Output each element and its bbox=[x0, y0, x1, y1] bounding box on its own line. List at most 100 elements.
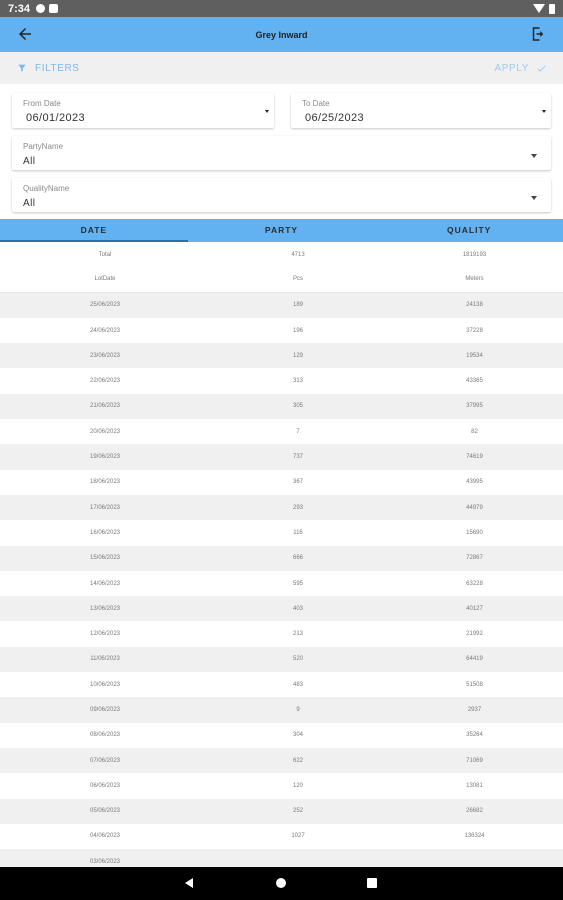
cell-lotdate: 20/06/2023 bbox=[89, 428, 121, 435]
cell-pcs: 403 bbox=[292, 605, 303, 612]
table-row[interactable]: 08/06/2023 304 35264 bbox=[0, 723, 563, 748]
nav-back-icon[interactable] bbox=[185, 878, 193, 888]
filters-button[interactable]: FILTERS bbox=[17, 63, 80, 74]
cell-meters: 71069 bbox=[466, 757, 483, 764]
logout-icon[interactable] bbox=[529, 25, 547, 43]
table-row[interactable]: 15/06/2023 666 72867 bbox=[0, 545, 563, 571]
total-label: Total bbox=[98, 251, 112, 258]
from-date-value: 06/01/2023 bbox=[26, 112, 86, 124]
to-date-value: 06/25/2023 bbox=[305, 112, 365, 124]
quality-name-select[interactable]: QualityName All bbox=[12, 178, 551, 212]
cell-pcs: 483 bbox=[292, 681, 303, 688]
cell-meters: 37995 bbox=[466, 403, 483, 410]
cell-pcs: 666 bbox=[292, 555, 303, 562]
cell-pcs: 1027 bbox=[291, 833, 305, 840]
notification-icon bbox=[36, 4, 46, 13]
cell-meters: 74619 bbox=[466, 454, 483, 461]
cell-lotdate: 16/06/2023 bbox=[89, 529, 121, 536]
app-bar: Grey Inward bbox=[0, 17, 563, 52]
sd-card-icon bbox=[49, 4, 59, 13]
cell-lotdate: 10/06/2023 bbox=[89, 681, 121, 688]
cell-meters: 19534 bbox=[466, 352, 483, 359]
table-row[interactable]: 21/06/2023 305 37995 bbox=[0, 393, 563, 420]
table-row[interactable]: 10/06/2023 483 51508 bbox=[0, 672, 563, 697]
table-row[interactable]: 23/06/2023 129 19534 bbox=[0, 343, 563, 369]
table-row[interactable]: 03/06/2023 bbox=[0, 849, 563, 867]
table-row[interactable]: 04/06/2023 1027 136324 bbox=[0, 824, 563, 849]
party-name-select[interactable]: PartyName All bbox=[12, 136, 551, 170]
cell-pcs: 595 bbox=[292, 580, 303, 587]
table-row[interactable]: 06/06/2023 120 13081 bbox=[0, 773, 563, 798]
table-row[interactable]: 17/06/2023 293 44979 bbox=[0, 494, 563, 521]
cell-pcs: 622 bbox=[292, 757, 303, 764]
apply-label: APPLY bbox=[494, 62, 529, 74]
table-row[interactable]: 13/06/2023 403 40127 bbox=[0, 596, 563, 622]
nav-home-icon[interactable] bbox=[276, 878, 286, 888]
cell-meters: 15690 bbox=[466, 529, 483, 536]
cell-lotdate: 09/06/2023 bbox=[89, 706, 121, 713]
battery-icon bbox=[549, 3, 555, 14]
cell-meters: 43995 bbox=[466, 479, 483, 486]
cell-pcs: 129 bbox=[292, 352, 303, 359]
table-row[interactable]: 22/06/2023 313 43365 bbox=[0, 368, 563, 393]
page-title: Grey Inward bbox=[255, 29, 308, 40]
table-row[interactable]: 14/06/2023 595 63228 bbox=[0, 571, 563, 596]
table-row[interactable]: 25/06/2023 189 24138 bbox=[0, 292, 563, 318]
cell-pcs: 367 bbox=[292, 479, 303, 486]
tab-party[interactable]: PARTY bbox=[188, 219, 376, 242]
cell-lotdate: 24/06/2023 bbox=[89, 327, 121, 334]
cell-meters: 44979 bbox=[466, 504, 483, 511]
tab-date[interactable]: DATE bbox=[0, 219, 188, 242]
cell-lotdate: 19/06/2023 bbox=[89, 454, 121, 461]
chevron-down-icon bbox=[531, 154, 537, 158]
quality-name-label: QualityName bbox=[23, 184, 70, 193]
table-row[interactable]: 07/06/2023 622 71069 bbox=[0, 747, 563, 774]
table-row[interactable]: 19/06/2023 737 74619 bbox=[0, 444, 563, 470]
nav-recents-icon[interactable] bbox=[367, 878, 377, 888]
table-body: 25/06/2023 189 24138 24/06/2023 196 37228 23/0… bbox=[0, 292, 563, 867]
cell-pcs: 313 bbox=[292, 378, 303, 385]
from-date-field[interactable]: From Date 06/01/2023 bbox=[12, 93, 274, 128]
party-name-label: PartyName bbox=[23, 142, 64, 151]
from-date-label: From Date bbox=[23, 99, 61, 108]
table-row[interactable]: 05/06/2023 252 26682 bbox=[0, 798, 563, 824]
cell-meters: 2937 bbox=[467, 706, 482, 713]
cell-lotdate: 04/06/2023 bbox=[89, 833, 121, 840]
table-row[interactable]: 24/06/2023 196 37228 bbox=[0, 318, 563, 343]
cell-pcs: 305 bbox=[292, 403, 303, 410]
tab-bar: DATE PARTY QUALITY bbox=[0, 219, 563, 242]
back-arrow-icon[interactable] bbox=[16, 25, 34, 43]
cell-meters: 51508 bbox=[466, 681, 483, 688]
table-row[interactable]: 20/06/2023 7 82 bbox=[0, 419, 563, 444]
apply-button[interactable]: APPLY bbox=[495, 63, 548, 74]
cell-lotdate: 25/06/2023 bbox=[89, 302, 121, 309]
cell-meters: 35264 bbox=[466, 732, 483, 739]
total-row: Total 4713 1819193 bbox=[0, 242, 563, 267]
cell-lotdate: 23/06/2023 bbox=[89, 352, 121, 359]
cell-meters: 72867 bbox=[466, 555, 483, 562]
cell-lotdate: 18/06/2023 bbox=[89, 479, 121, 486]
filter-bar: FILTERS APPLY bbox=[0, 52, 563, 84]
table-row[interactable]: 09/06/2023 9 2937 bbox=[0, 697, 563, 723]
table-row[interactable]: 12/06/2023 213 21992 bbox=[0, 621, 563, 646]
cell-lotdate: 21/06/2023 bbox=[89, 403, 121, 410]
cell-pcs: 120 bbox=[292, 782, 303, 789]
tab-quality[interactable]: QUALITY bbox=[375, 219, 563, 242]
table-row[interactable]: 11/06/2023 520 64419 bbox=[0, 646, 563, 673]
to-date-field[interactable]: To Date 06/25/2023 bbox=[291, 93, 551, 128]
table-row[interactable]: 18/06/2023 367 43995 bbox=[0, 470, 563, 495]
cell-lotdate: 14/06/2023 bbox=[89, 580, 121, 587]
party-name-value: All bbox=[23, 156, 36, 167]
cell-meters: 63228 bbox=[466, 580, 483, 587]
cell-lotdate: 05/06/2023 bbox=[89, 808, 121, 815]
cell-lotdate: 13/06/2023 bbox=[89, 605, 121, 612]
cell-pcs: 304 bbox=[292, 732, 303, 739]
total-meters: 1819193 bbox=[462, 251, 487, 258]
cell-meters: 136324 bbox=[464, 833, 485, 840]
cell-pcs: 737 bbox=[292, 454, 303, 461]
cell-lotdate: 11/06/2023 bbox=[90, 656, 120, 663]
cell-meters: 21992 bbox=[466, 631, 483, 638]
table-row[interactable]: 16/06/2023 116 15690 bbox=[0, 520, 563, 545]
cell-meters: 43365 bbox=[466, 378, 483, 385]
system-nav-bar bbox=[0, 867, 563, 900]
